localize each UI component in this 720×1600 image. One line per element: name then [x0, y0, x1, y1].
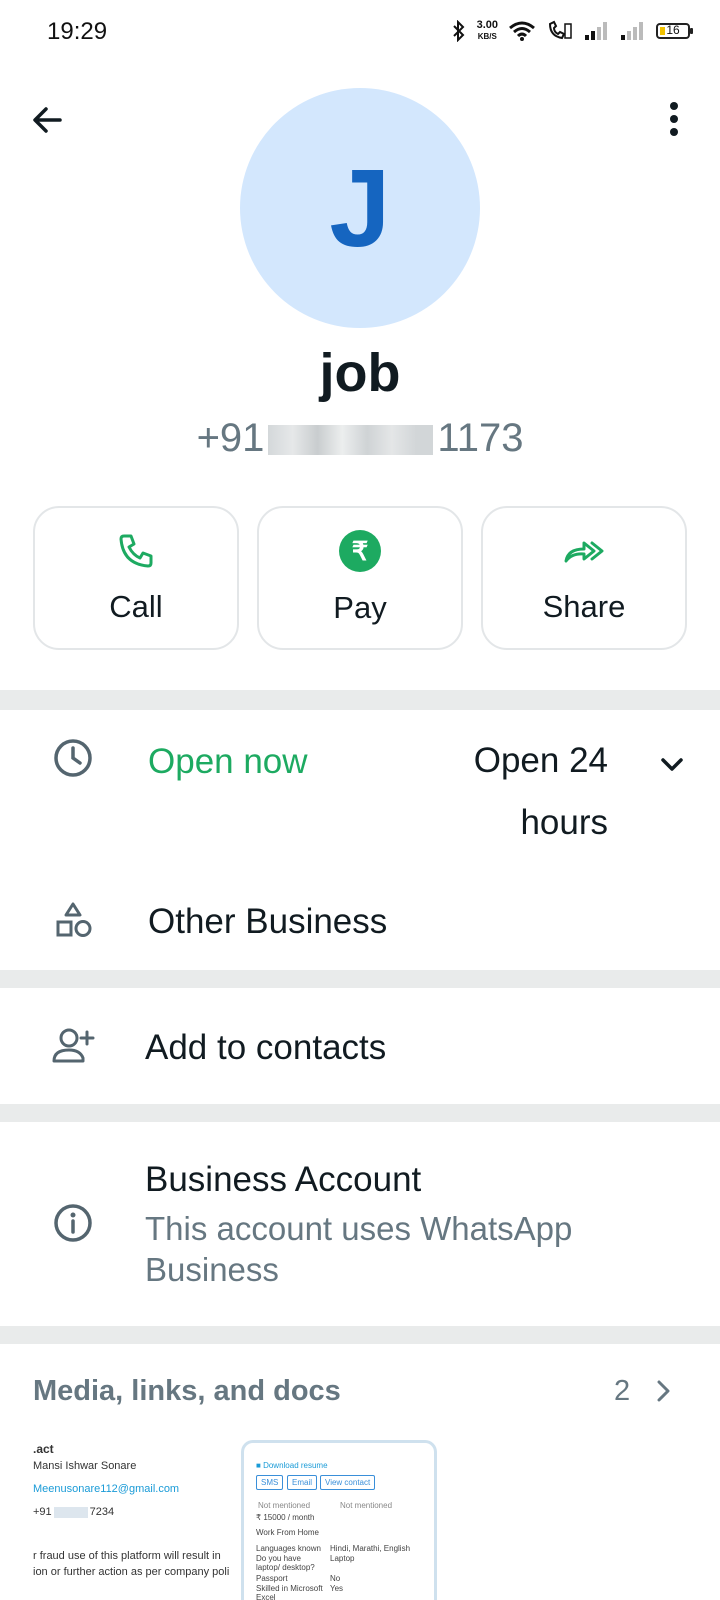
phone-icon	[119, 534, 153, 568]
signal-1-icon	[585, 22, 607, 40]
contact-phone: +91 1173	[196, 416, 524, 460]
add-to-contacts-label: Add to contacts	[145, 1028, 387, 1067]
chevron-right-icon[interactable]	[652, 1376, 676, 1406]
info-icon	[54, 1204, 92, 1242]
back-arrow-icon[interactable]	[28, 100, 68, 140]
call-button[interactable]: Call	[33, 506, 239, 650]
chevron-down-icon[interactable]	[655, 748, 689, 782]
media-thumbnail[interactable]: ■ Download resume SMS Email View contact…	[241, 1440, 437, 1600]
more-vert-icon[interactable]	[660, 100, 688, 140]
media-thumbnail[interactable]: .act Mansi Ishwar Sonare Meenusonare112@…	[33, 1440, 229, 1600]
pay-button[interactable]: ₹ Pay	[257, 506, 463, 650]
business-account-title: Business Account	[145, 1160, 422, 1199]
media-section-title[interactable]: Media, links, and docs	[33, 1375, 341, 1408]
add-person-icon	[52, 1028, 95, 1063]
share-label: Share	[542, 589, 626, 624]
open-status: Open now	[148, 742, 308, 781]
avatar[interactable]: J	[240, 88, 480, 328]
share-button[interactable]: Share	[481, 506, 687, 650]
status-icons: 3.00 KB/S 16	[451, 16, 693, 46]
call-label: Call	[109, 589, 163, 624]
battery-icon: 16	[656, 23, 693, 39]
signal-2-icon	[621, 22, 643, 40]
share-forward-icon	[564, 541, 604, 563]
bluetooth-icon	[452, 20, 464, 42]
media-count[interactable]: 2	[614, 1375, 630, 1408]
network-speed: 3.00 KB/S	[476, 19, 498, 42]
clock-icon	[54, 739, 92, 777]
pay-label: Pay	[333, 590, 387, 625]
status-bar: 19:29 3.00 KB/S 16	[0, 0, 720, 62]
category-shapes-icon	[56, 902, 92, 937]
rupee-icon: ₹	[339, 530, 381, 572]
business-account-subtitle: This account uses WhatsApp Business	[145, 1210, 573, 1288]
volte-call-icon	[548, 20, 572, 40]
redacted-digits	[268, 425, 434, 456]
business-category: Other Business	[148, 902, 388, 941]
opening-hours: Open 24 hours	[473, 741, 608, 842]
status-time: 19:29	[47, 18, 108, 45]
wifi-icon	[509, 21, 535, 41]
avatar-letter: J	[329, 146, 391, 270]
contact-name: job	[319, 343, 401, 403]
